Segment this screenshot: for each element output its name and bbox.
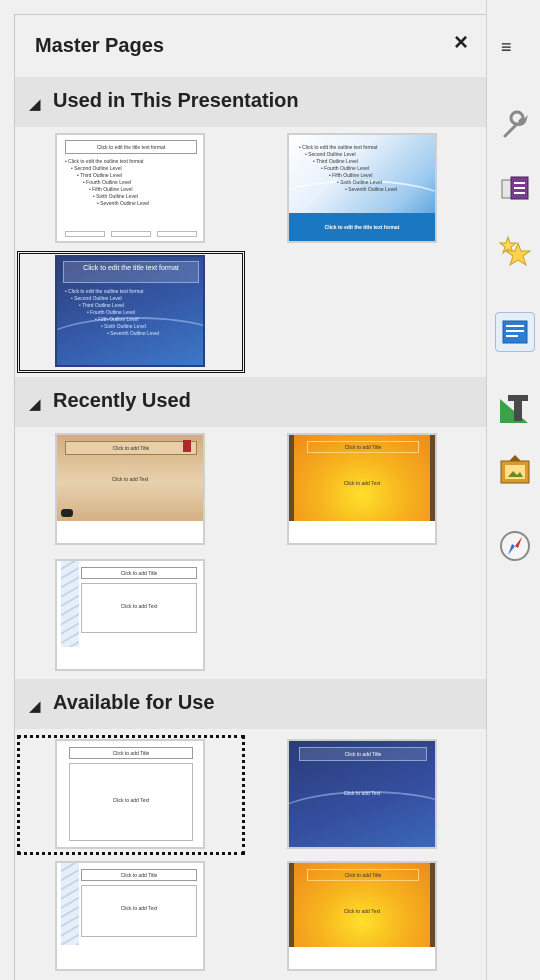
thumb-body-text: Click to add Text [343, 791, 381, 797]
close-button[interactable]: × [449, 31, 473, 55]
thumb-title-text: Click to add Title [112, 751, 150, 757]
thumb-title-bar: Click to edit the title text format [289, 213, 435, 241]
thumb-outline-line: • Third Outline Level [313, 159, 359, 165]
thumb-body-text: Click to add Text [112, 798, 150, 804]
master-thumb-navy-selected[interactable]: Click to edit the title text format • Cl… [55, 255, 205, 367]
thumb-title-box: Click to edit the title text format [63, 261, 199, 283]
star-icon [498, 235, 532, 267]
thumb-body-text: Click to add Text [120, 604, 158, 610]
thumb-title-box: Click to add Title [69, 747, 193, 759]
thumb-outline-line: • Sixth Outline Level [337, 180, 382, 186]
thumb-title-box: Click to edit the title text format [65, 140, 197, 154]
compass-icon [500, 531, 530, 561]
thumb-outline-line: • Second Outline Level [71, 296, 122, 302]
thumb-outline-line: • Fourth Outline Level [321, 166, 370, 172]
thumb-outline-line: • Click to edit the outline text format [65, 159, 144, 165]
thumb-body-text: Click to add Text [343, 909, 381, 915]
thumb-outline-line: • Third Outline Level [79, 303, 125, 309]
thumb-outline-line: • Fourth Outline Level [87, 310, 136, 316]
section-available-for-use[interactable]: ◢ Available for Use [15, 679, 487, 729]
section-label: Used in This Presentation [53, 90, 299, 112]
thumb-content-box: Click to add Text [81, 583, 197, 633]
thumb-outline-line: • Second Outline Level [71, 166, 122, 172]
bookmark-ribbon [183, 440, 191, 452]
expand-triangle-icon: ◢ [29, 396, 41, 413]
thumb-title-text: Click to edit the title text format [324, 225, 400, 231]
thumb-outline-line: • Click to edit the outline text format [299, 145, 378, 151]
section-recently-used[interactable]: ◢ Recently Used [15, 377, 487, 427]
panel-header: Master Pages × [15, 15, 487, 73]
slide-transition-icon [501, 176, 529, 200]
master-thumb-blue[interactable]: • Click to edit the outline text format … [287, 133, 437, 243]
thumb-outline-line: • Sixth Outline Level [93, 194, 138, 200]
thumb-outline-line: • Third Outline Level [77, 173, 123, 179]
sidebar-properties-button[interactable] [495, 106, 535, 146]
master-thumb-tan[interactable]: Click to add Title Click to add Text [55, 433, 205, 545]
sidebar-styles-button[interactable] [495, 388, 535, 428]
gallery-icon [500, 455, 530, 484]
panel-title: Master Pages [35, 35, 164, 57]
thumb-title-text: Click to edit the title text format [96, 145, 166, 151]
master-thumb-white-default[interactable]: Click to add Title Click to add Text [55, 739, 205, 849]
master-pages-panel: Master Pages × ◢ Used in This Presentati… [14, 14, 487, 980]
section-label: Recently Used [53, 390, 191, 412]
section-used-in-presentation[interactable]: ◢ Used in This Presentation [15, 77, 487, 127]
master-thumb-orange[interactable]: Click to add Title Click to add Text [287, 861, 437, 971]
sidebar-slide-transition-button[interactable] [495, 168, 535, 208]
sidebar-animation-button[interactable] [495, 232, 535, 272]
master-thumb-default[interactable]: Click to edit the title text format • Cl… [55, 133, 205, 243]
thumb-title-box: Click to add Title [307, 869, 419, 881]
thumb-content-box: Click to add Text [81, 885, 197, 937]
styles-icon [500, 395, 528, 423]
master-slides-icon [502, 320, 528, 344]
thumb-title-box: Click to add Title [81, 869, 197, 881]
thumb-body-text: Click to add Text [111, 477, 149, 483]
thumb-title-box: Click to add Title [81, 567, 197, 579]
thumb-outline-line: • Fifth Outline Level [89, 187, 133, 193]
thumb-title-box: Click to add Title [307, 441, 419, 453]
master-thumb-navy[interactable]: Click to add Title Click to add Text [287, 739, 437, 849]
expand-triangle-icon: ◢ [29, 96, 41, 113]
sidebar-navigator-button[interactable] [495, 526, 535, 566]
master-thumb-dna[interactable]: Click to add Title Click to add Text [55, 861, 205, 971]
dna-decoration [61, 561, 79, 647]
thumb-title-box: Click to add Title [299, 747, 427, 761]
thumb-title-text: Click to add Title [112, 446, 150, 452]
thumb-outline-line: • Seventh Outline Level [97, 201, 150, 207]
thumb-outline-line: • Second Outline Level [305, 152, 356, 158]
thumb-title-text: Click to add Title [344, 445, 382, 451]
thumb-decoration [289, 791, 435, 847]
section-label: Available for Use [53, 692, 215, 714]
thumb-outline-line: • Fifth Outline Level [95, 317, 139, 323]
thumb-title-box: Click to add Title [65, 441, 197, 455]
sidebar-master-slides-button[interactable] [495, 312, 535, 352]
sidebar-gallery-button[interactable] [495, 450, 535, 490]
sidebar-tab-bar: ≡ [486, 0, 540, 980]
thumb-title-text: Click to add Title [344, 873, 382, 879]
thumb-body-text: Click to add Text [120, 906, 158, 912]
thumb-outline-line: • Click to edit the outline text format [65, 289, 144, 295]
expand-triangle-icon: ◢ [29, 698, 41, 715]
thumb-title-text: Click to edit the title text format [83, 265, 179, 272]
thumb-body-text: Click to add Text [343, 481, 381, 487]
thumb-content-box: Click to add Text [69, 763, 193, 841]
thumb-title-text: Click to add Title [120, 571, 158, 577]
thumb-outline-line: • Seventh Outline Level [345, 187, 398, 193]
master-thumb-orange[interactable]: Click to add Title Click to add Text [287, 433, 437, 545]
sidebar-menu-icon[interactable]: ≡ [501, 38, 512, 56]
thumb-outline-line: • Fourth Outline Level [83, 180, 132, 186]
master-thumb-dna[interactable]: Click to add Title Click to add Text [55, 559, 205, 671]
decoration-shape [61, 509, 73, 517]
dna-decoration [61, 863, 79, 945]
thumb-outline-line: • Fifth Outline Level [329, 173, 373, 179]
thumb-title-text: Click to add Title [120, 873, 158, 879]
thumb-outline-line: • Seventh Outline Level [107, 331, 160, 337]
thumb-title-text: Click to add Title [344, 752, 382, 758]
thumb-footer [65, 231, 197, 237]
thumb-outline-line: • Sixth Outline Level [101, 324, 146, 330]
wrench-icon [503, 110, 528, 138]
